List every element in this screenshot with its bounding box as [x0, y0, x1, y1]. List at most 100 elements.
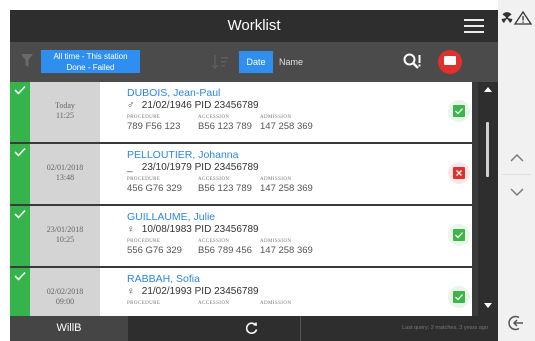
patient-pid: PID 23456789 — [194, 224, 259, 235]
patient-pid: PID 23456789 — [194, 100, 259, 111]
admission-value: 147 258 369 — [260, 245, 313, 256]
date-day: 02/01/2018 — [46, 163, 84, 172]
list-item[interactable]: 23/01/2018 10:25 GUILLAUME, Julie ♀ 10/0… — [10, 206, 472, 266]
patient-card: RABBAH, Sofia ♀ 21/02/1993 PID 23456789 … — [100, 268, 472, 316]
scroll-down-arrow-icon[interactable] — [484, 303, 492, 308]
radiation-warning-icons — [501, 11, 533, 25]
female-icon: ♀ — [127, 224, 135, 235]
search-icon[interactable] — [402, 52, 422, 72]
chevron-down-icon[interactable] — [510, 188, 524, 197]
side-divider — [502, 174, 531, 175]
report-failed-button[interactable] — [448, 162, 470, 184]
status-bar-done — [10, 82, 30, 142]
scrollbar-thumb[interactable] — [486, 122, 489, 177]
footer-bar: WillB Last query: 2 matches, 3 years ago — [10, 316, 498, 341]
accession-value: B56 789 456 — [198, 245, 252, 256]
accession-value: B56 123 789 — [198, 121, 252, 132]
date-day: Today — [55, 101, 75, 110]
patient-dob: 21/02/1993 — [141, 286, 192, 297]
check-icon — [14, 85, 26, 95]
worklist-panel: Worklist All time - This station Done - … — [10, 10, 498, 341]
admission-value: 147 258 369 — [260, 183, 313, 194]
date-time: 11:25 — [56, 111, 74, 120]
accession-label: ACCESSION — [198, 177, 230, 182]
sort-date-button[interactable]: Date — [239, 51, 273, 73]
accession-label: ACCESSION — [198, 115, 230, 120]
date-time: 13:48 — [55, 173, 75, 182]
date-cell: 02/01/2018 13:48 — [30, 144, 108, 204]
patient-dob: 21/02/1946 — [141, 100, 192, 111]
patient-name[interactable]: DUBOIS, Jean-Paul — [127, 87, 220, 99]
status-bar-done — [10, 206, 30, 266]
logout-icon[interactable] — [507, 314, 525, 332]
check-icon — [14, 209, 26, 219]
filter-icon[interactable] — [20, 53, 34, 69]
admission-value: 147 258 369 — [260, 121, 313, 132]
patient-card: PELLOUTIER, Johanna _ 23/10/1979 PID 234… — [100, 144, 472, 204]
monitor-icon — [444, 56, 456, 65]
toolbar: All time - This station Done - Failed Da… — [10, 42, 498, 82]
report-done-button[interactable] — [448, 224, 470, 246]
last-query-status: Last query: 2 matches, 3 years ago — [402, 325, 488, 331]
sort-name-button[interactable]: Name — [273, 51, 309, 73]
male-icon: ♂ — [127, 100, 135, 111]
sort-icon[interactable] — [211, 54, 229, 70]
accession-label: ACCESSION — [198, 301, 230, 306]
accession-label: ACCESSION — [198, 239, 230, 244]
patient-name[interactable]: GUILLAUME, Julie — [127, 211, 215, 223]
date-cell: 23/01/2018 10:25 — [30, 206, 108, 266]
report-done-button[interactable] — [448, 286, 470, 308]
page-title: Worklist — [227, 17, 281, 34]
patient-pid: PID 23456789 — [194, 286, 259, 297]
patient-name[interactable]: PELLOUTIER, Johanna — [127, 149, 238, 161]
refresh-icon[interactable] — [244, 321, 259, 336]
report-done-button[interactable] — [448, 100, 470, 122]
patient-card: DUBOIS, Jean-Paul ♂ 21/02/1946 PID 23456… — [100, 82, 472, 142]
procedure-value: 789 F56 123 — [127, 121, 181, 132]
female-icon: ♀ — [127, 286, 135, 297]
check-icon — [14, 147, 26, 157]
patient-card: GUILLAUME, Julie ♀ 10/08/1983 PID 234567… — [100, 206, 472, 266]
check-icon — [14, 271, 26, 281]
side-panel — [498, 0, 535, 341]
patient-info: ♂ 21/02/1946 PID 23456789 — [127, 100, 259, 111]
list-scrollbar[interactable] — [478, 82, 498, 316]
date-time: 10:25 — [55, 235, 75, 244]
patient-dob: 23/10/1979 — [141, 162, 192, 173]
filter-chip[interactable]: All time - This station Done - Failed — [41, 50, 140, 73]
patient-dob: 10/08/1983 — [141, 224, 192, 235]
report-done-icon — [453, 229, 465, 241]
date-time: 09:00 — [55, 297, 75, 306]
footer-divider — [300, 316, 301, 341]
date-cell: Today 11:25 — [30, 82, 108, 142]
hamburger-menu-icon[interactable] — [464, 19, 484, 33]
list-item[interactable]: 02/01/2018 13:48 PELLOUTIER, Johanna _ 2… — [10, 144, 472, 204]
admission-label: ADMISSION — [260, 301, 292, 306]
admission-label: ADMISSION — [260, 177, 292, 182]
patient-pid: PID 23456789 — [194, 162, 259, 173]
filter-chip-line1: All time - This station — [53, 52, 128, 61]
patient-info: _ 23/10/1979 PID 23456789 — [127, 162, 259, 173]
worklist-alert-button[interactable] — [438, 50, 462, 74]
report-failed-icon — [453, 167, 465, 179]
filter-chip-line2: Done - Failed — [66, 63, 115, 72]
scroll-up-arrow-icon[interactable] — [484, 87, 492, 92]
report-done-icon — [453, 105, 465, 117]
procedure-label: PROCEDURE — [127, 301, 161, 306]
procedure-label: PROCEDURE — [127, 177, 161, 182]
chevron-up-icon[interactable] — [510, 153, 524, 162]
procedure-label: PROCEDURE — [127, 239, 161, 244]
procedure-label: PROCEDURE — [127, 115, 161, 120]
patient-info: ♀ 10/08/1983 PID 23456789 — [127, 224, 259, 235]
procedure-value: 456 G76 329 — [127, 183, 182, 194]
list-item[interactable]: Today 11:25 DUBOIS, Jean-Paul ♂ 21/02/19… — [10, 82, 472, 142]
report-done-icon — [453, 291, 465, 303]
patient-name[interactable]: RABBAH, Sofia — [127, 273, 200, 285]
user-button[interactable]: WillB — [10, 316, 128, 341]
unknown-sex-icon: _ — [127, 162, 133, 173]
date-day: 23/01/2018 — [46, 225, 84, 234]
worklist-list: Today 11:25 DUBOIS, Jean-Paul ♂ 21/02/19… — [10, 82, 478, 316]
admission-label: ADMISSION — [260, 115, 292, 120]
list-item[interactable]: 02/02/2018 09:00 RABBAH, Sofia ♀ 21/02/1… — [10, 268, 472, 316]
accession-value: B56 123 789 — [198, 183, 252, 194]
